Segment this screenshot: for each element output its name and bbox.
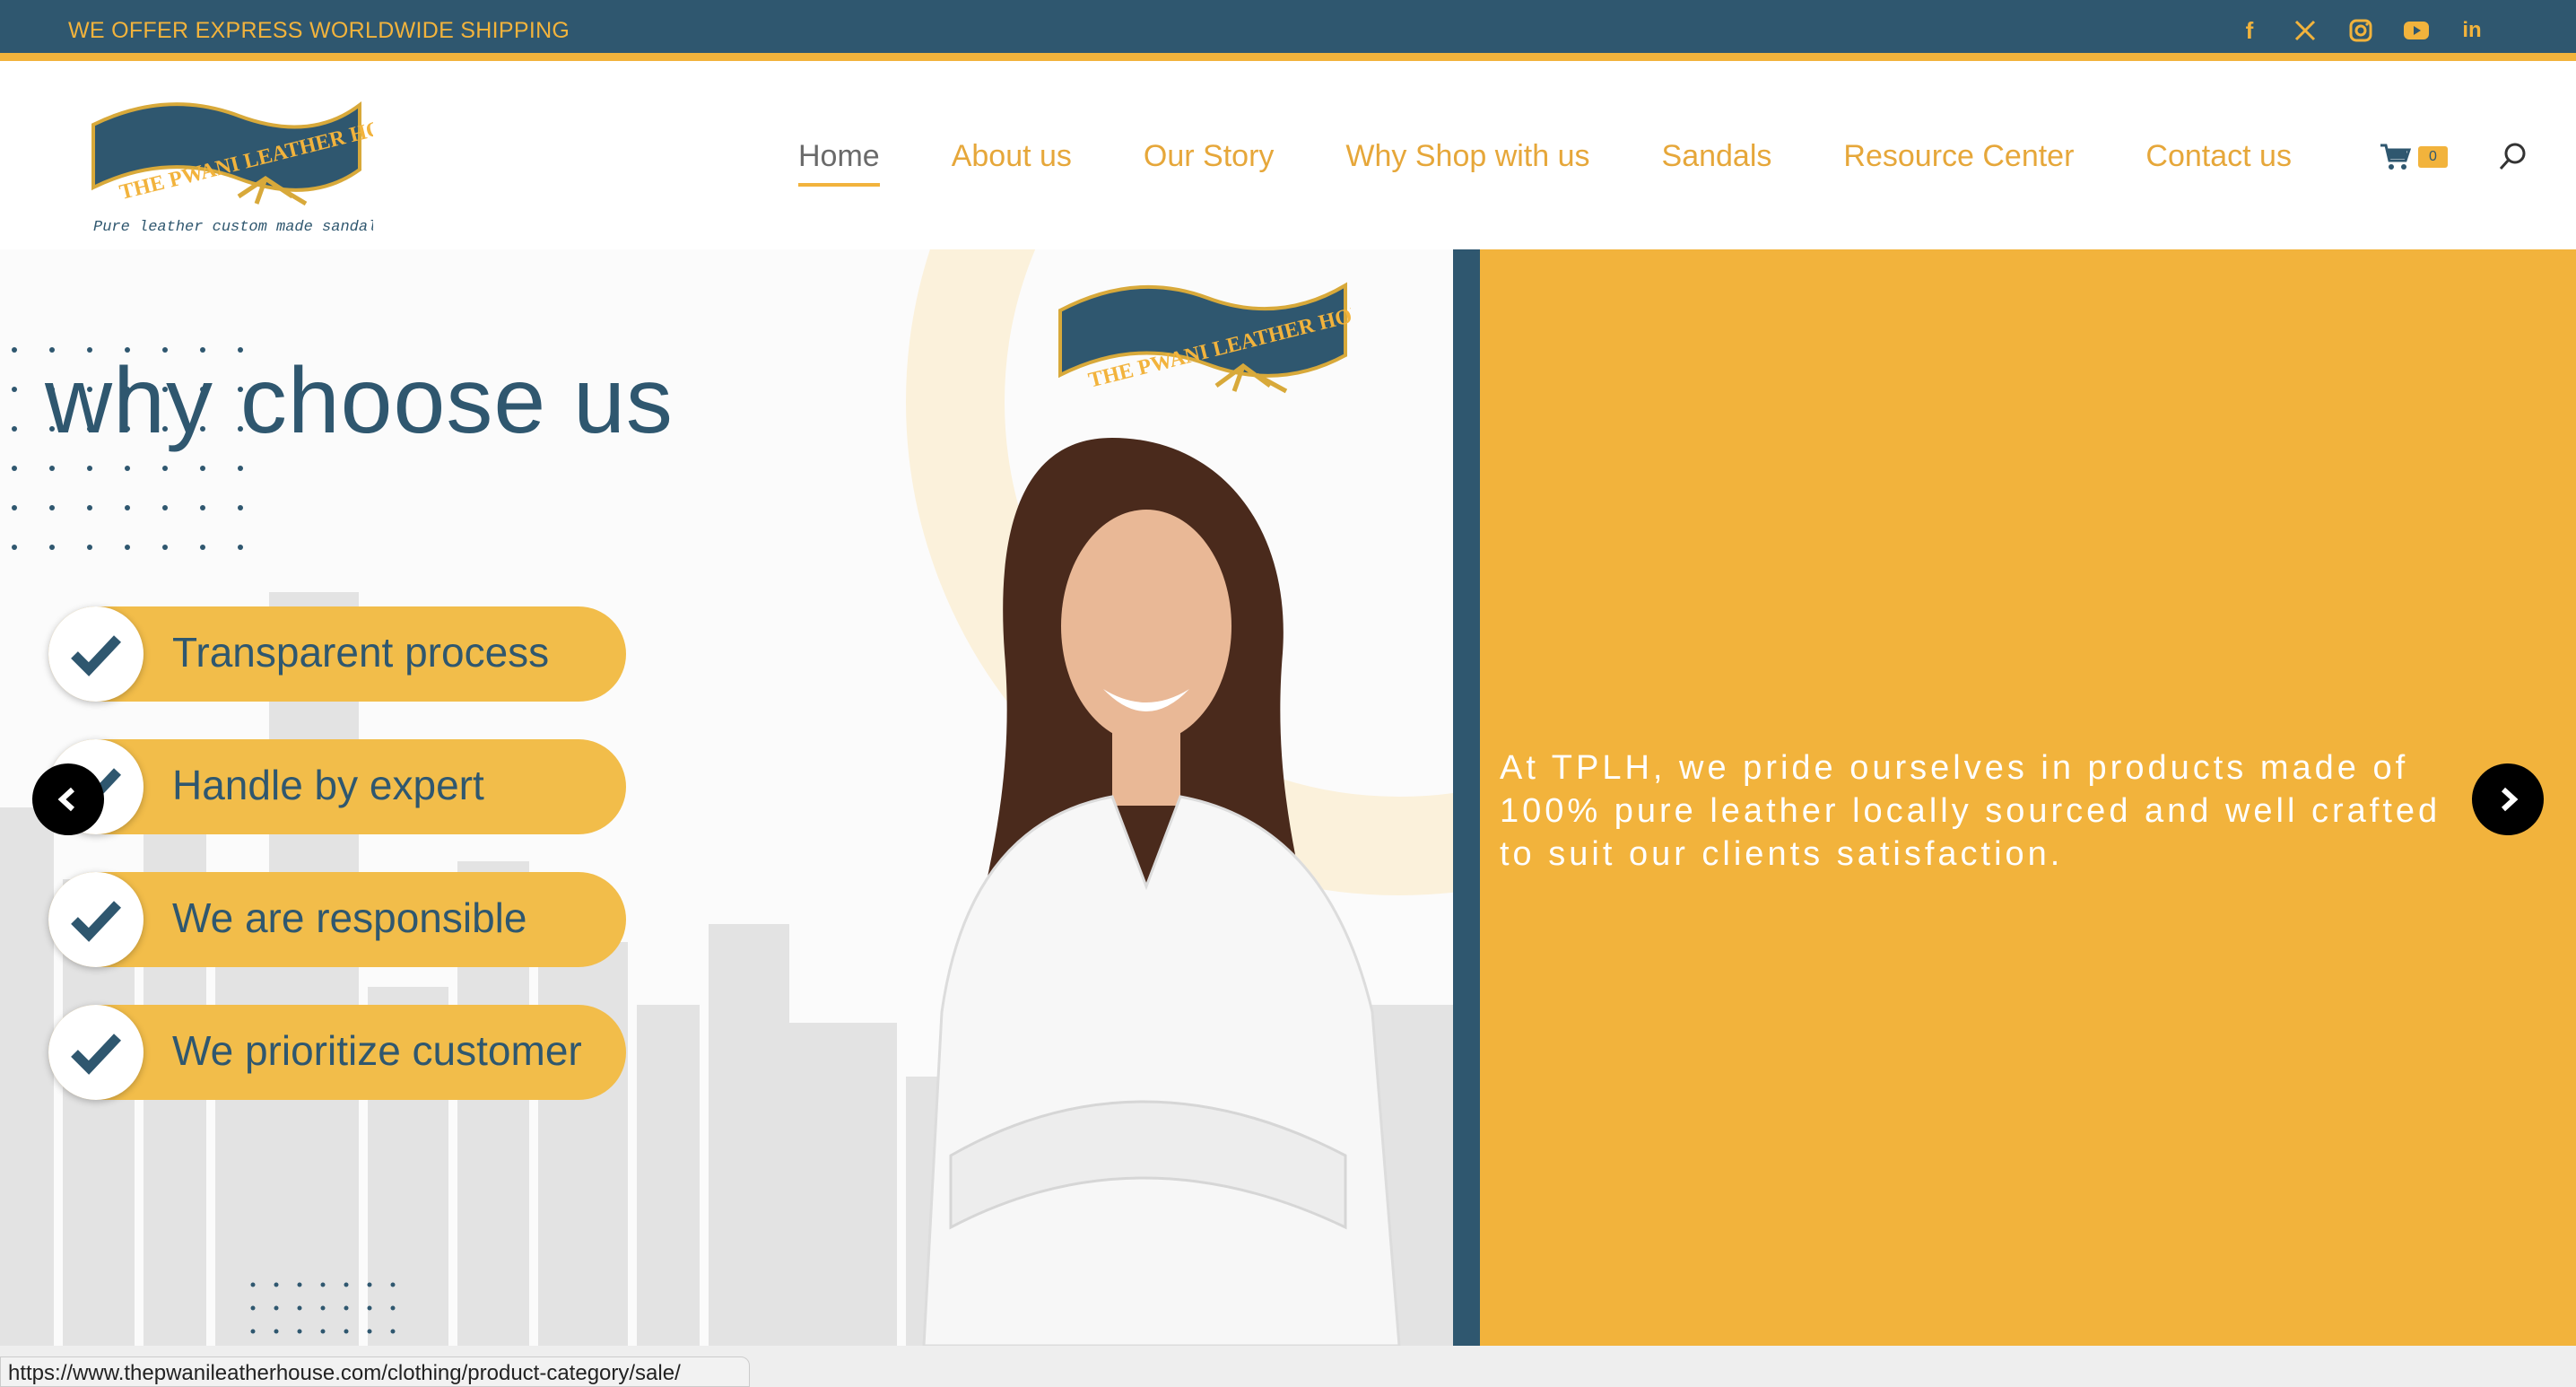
youtube-icon[interactable] xyxy=(2402,16,2431,45)
chevron-right-icon xyxy=(2501,787,2519,812)
social-links: f in xyxy=(2235,16,2486,45)
feature-pill-we-prioritize-customer: We prioritize customer xyxy=(48,1005,626,1100)
search-icon[interactable] xyxy=(2497,141,2529,178)
main-nav: Home About us Our Story Why Shop with us… xyxy=(798,139,2363,187)
feature-label: We prioritize customer xyxy=(172,1027,582,1074)
site-logo[interactable]: THE PWANI LEATHER HOUSE Pure leather cus… xyxy=(86,89,426,236)
model-photo xyxy=(922,438,1401,1346)
nav-resource-center[interactable]: Resource Center xyxy=(1843,139,2074,174)
hero-slider: why choose us THE PWANI LEATHER HOUSE Tr… xyxy=(0,249,2576,1346)
linkedin-icon[interactable]: in xyxy=(2458,16,2486,45)
shipping-notice: WE OFFER EXPRESS WORLDWIDE SHIPPING xyxy=(68,18,570,43)
feature-label: We are responsible xyxy=(172,894,527,941)
feature-label: Handle by expert xyxy=(172,762,484,808)
instagram-icon[interactable] xyxy=(2346,16,2375,45)
nav-our-story[interactable]: Our Story xyxy=(1144,139,1274,174)
logo-tagline: Pure leather custom made sandals xyxy=(93,219,373,232)
slide-heading: why choose us xyxy=(45,349,674,453)
dots-decoration-bottom xyxy=(250,1282,396,1334)
slider-prev-button[interactable] xyxy=(32,763,104,835)
slide-logo: THE PWANI LEATHER HOUSE xyxy=(1058,282,1351,394)
cart-icon xyxy=(2380,144,2411,170)
nav-about-us[interactable]: About us xyxy=(952,139,1072,174)
feature-label: Transparent process xyxy=(172,629,550,676)
cart-count-badge: 0 xyxy=(2418,146,2448,168)
nav-contact-us[interactable]: Contact us xyxy=(2145,139,2292,174)
slide-divider xyxy=(1453,249,1480,1346)
nav-sandals[interactable]: Sandals xyxy=(1662,139,1772,174)
site-header: THE PWANI LEATHER HOUSE Pure leather cus… xyxy=(0,69,2576,249)
feature-pill-transparent-process: Transparent process xyxy=(48,606,626,702)
facebook-icon[interactable]: f xyxy=(2235,16,2264,45)
check-icon xyxy=(48,1005,144,1100)
feature-pill-we-are-responsible: We are responsible xyxy=(48,872,626,967)
slide-image-panel: why choose us THE PWANI LEATHER HOUSE Tr… xyxy=(0,249,1453,1346)
feature-pill-handle-by-expert: Handle by expert xyxy=(48,739,626,834)
check-icon xyxy=(48,606,144,702)
nav-home[interactable]: Home xyxy=(798,139,880,187)
x-icon[interactable] xyxy=(2291,16,2319,45)
slide-text-panel: At TPLH, we pride ourselves in products … xyxy=(1480,249,2576,1346)
slide-description: At TPLH, we pride ourselves in products … xyxy=(1500,749,2441,873)
nav-why-shop[interactable]: Why Shop with us xyxy=(1345,139,1589,174)
chevron-left-icon xyxy=(57,787,75,812)
browser-status-url: https://www.thepwanileatherhouse.com/clo… xyxy=(0,1356,750,1387)
cart-button[interactable]: 0 xyxy=(2379,143,2448,171)
slider-next-button[interactable] xyxy=(2472,763,2544,835)
check-icon xyxy=(48,872,144,967)
top-bar: WE OFFER EXPRESS WORLDWIDE SHIPPING f in xyxy=(0,0,2576,61)
